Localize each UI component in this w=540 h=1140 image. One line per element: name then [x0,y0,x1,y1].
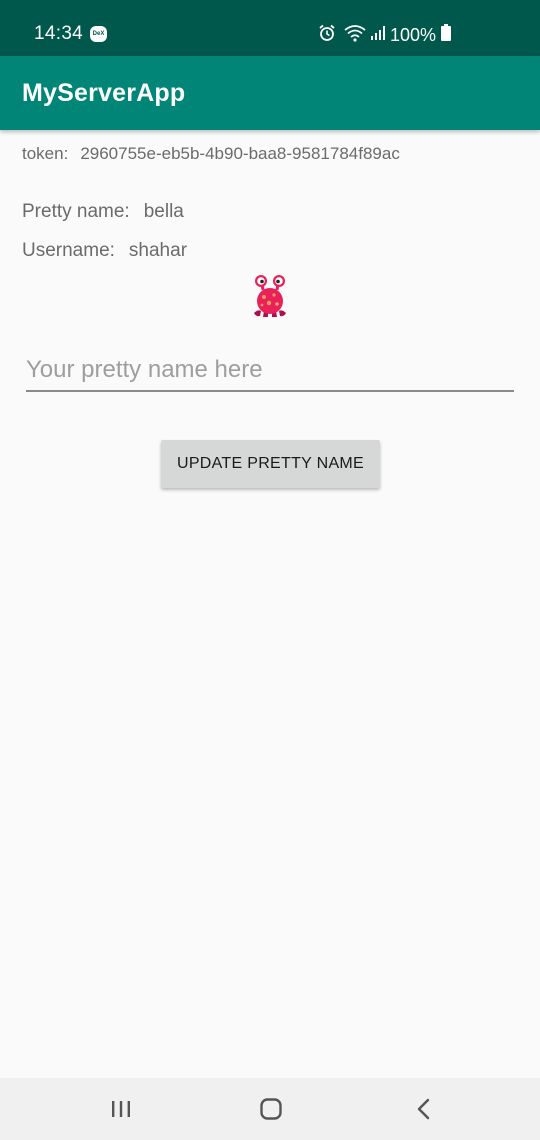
battery-percentage: 100% [390,25,437,45]
token-value: 2960755e-eb5b-4b90-baa8-9581784f89ac [80,144,400,163]
battery-icon [441,24,451,41]
update-pretty-name-button[interactable]: UPDATE PRETTY NAME [161,440,380,488]
status-bar: 14:34 DeX 100% [0,0,540,56]
dex-icon: DeX [90,26,107,42]
pretty-name-row: Pretty name: bella [22,199,184,225]
recents-icon[interactable] [110,1098,132,1120]
pretty-name-value: bella [143,201,184,222]
back-icon[interactable] [414,1097,434,1121]
home-icon[interactable] [259,1097,283,1121]
wifi-icon [344,25,366,42]
alarm-icon [319,24,335,41]
app-title: MyServerApp [22,79,186,107]
pretty-name-input[interactable] [26,350,514,392]
username-row: Username: shahar [22,238,187,264]
app-screen: 14:34 DeX 100% MyServerApp token: 296075… [0,0,540,1140]
token-row: token: 2960755e-eb5b-4b90-baa8-9581784f89… [22,142,400,166]
status-time: 14:34 [34,23,84,44]
username-value: shahar [128,240,188,261]
status-icons: 100% [310,0,540,56]
username-label: Username: [22,240,115,261]
token-label: token: [22,144,69,163]
signal-icon [371,26,385,40]
monster-avatar-icon [254,275,286,317]
app-bar: MyServerApp [0,56,540,130]
navigation-bar [0,1078,540,1140]
pretty-name-label: Pretty name: [22,201,130,222]
